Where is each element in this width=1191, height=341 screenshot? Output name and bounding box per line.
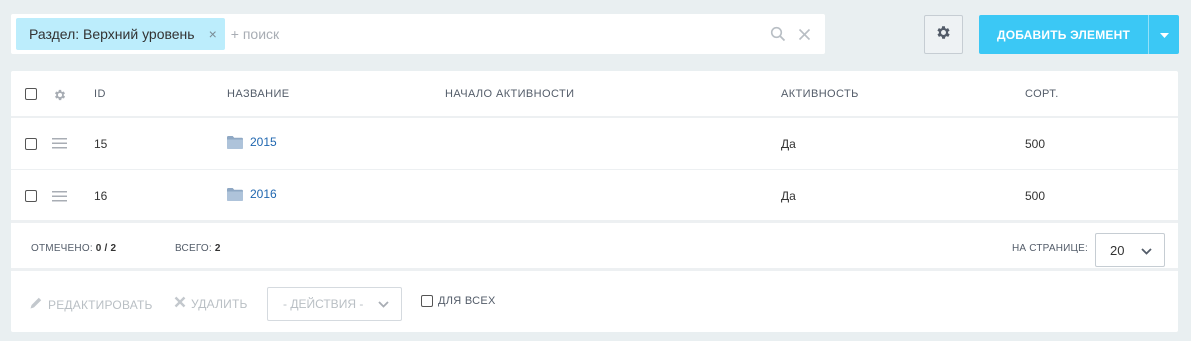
element-grid: ID НАЗВАНИЕ НАЧАЛО АКТИВНОСТИ АКТИВНОСТЬ… (11, 71, 1178, 332)
chevron-down-icon (1141, 243, 1152, 258)
selected-counter-label: ОТМЕЧЕНО: (31, 243, 93, 254)
drag-handle-icon[interactable] (52, 138, 67, 152)
for-all-label: ДЛЯ ВСЕХ (438, 295, 496, 307)
gear-icon (935, 24, 952, 46)
row-checkbox[interactable] (25, 189, 37, 202)
filter-bar: Раздел: Верхний уровень × (11, 14, 825, 54)
row-name[interactable]: 2015 (227, 135, 277, 152)
per-page-select[interactable]: 20 (1095, 233, 1165, 267)
column-header-name[interactable]: НАЗВАНИЕ (227, 88, 290, 100)
edit-label: РЕДАКТИРОВАТЬ (48, 297, 153, 312)
row-sort: 500 (1025, 136, 1046, 151)
settings-button[interactable] (924, 15, 963, 54)
delete-label: УДАЛИТЬ (191, 296, 248, 311)
drag-handle-icon[interactable] (52, 191, 67, 205)
row-name-link[interactable]: 2015 (250, 135, 277, 149)
filter-tag-label: Раздел: Верхний уровень (29, 26, 195, 42)
add-element-dropdown[interactable] (1148, 15, 1179, 54)
filter-tag-close-icon[interactable]: × (209, 26, 217, 42)
table-row[interactable]: 16 2016 Да 500 (11, 171, 1178, 223)
row-name-link[interactable]: 2016 (250, 187, 277, 201)
search-input[interactable] (224, 18, 770, 50)
pencil-icon (29, 296, 43, 313)
close-icon (174, 296, 186, 311)
row-active: Да (781, 188, 796, 203)
for-all-checkbox[interactable] (421, 295, 433, 307)
actions-select-value: - ДЕЙСТВИЯ - (283, 297, 364, 311)
selected-counter: ОТМЕЧЕНО: 0 / 2 (31, 243, 116, 254)
total-counter-label: ВСЕГО: (175, 243, 212, 254)
column-header-id[interactable]: ID (94, 88, 106, 100)
add-element-label[interactable]: ДОБАВИТЬ ЭЛЕМЕНТ (979, 15, 1148, 54)
per-page-label: НА СТРАНИЦЕ: (1012, 243, 1088, 254)
row-active: Да (781, 136, 796, 151)
row-id-link[interactable]: 16 (94, 189, 107, 203)
chevron-down-icon (1159, 26, 1169, 44)
edit-button[interactable]: РЕДАКТИРОВАТЬ (29, 296, 153, 313)
row-checkbox[interactable] (25, 137, 37, 150)
table-row[interactable]: 15 2015 Да 500 (11, 118, 1178, 170)
column-settings-icon[interactable] (53, 88, 67, 105)
selected-counter-value: 0 / 2 (95, 243, 117, 254)
per-page-value: 20 (1110, 242, 1125, 258)
row-sort: 500 (1025, 188, 1046, 203)
total-counter-value: 2 (214, 243, 221, 254)
search-icon[interactable] (770, 26, 786, 42)
row-name[interactable]: 2016 (227, 187, 277, 204)
total-counter: ВСЕГО: 2 (175, 243, 221, 254)
row-id-link[interactable]: 15 (94, 137, 107, 151)
column-header-active[interactable]: АКТИВНОСТЬ (781, 88, 859, 100)
clear-icon[interactable] (798, 28, 811, 41)
actions-select[interactable]: - ДЕЙСТВИЯ - (267, 287, 402, 321)
select-all-checkbox[interactable] (25, 87, 37, 100)
folder-icon (227, 188, 243, 204)
add-element-button[interactable]: ДОБАВИТЬ ЭЛЕМЕНТ (979, 15, 1179, 54)
delete-button[interactable]: УДАЛИТЬ (174, 296, 248, 311)
filter-tag-section[interactable]: Раздел: Верхний уровень × (16, 18, 225, 50)
table-header: ID НАЗВАНИЕ НАЧАЛО АКТИВНОСТИ АКТИВНОСТЬ… (11, 71, 1178, 118)
chevron-down-icon (378, 297, 389, 311)
column-header-sort[interactable]: СОРТ. (1025, 88, 1059, 100)
folder-icon (227, 136, 243, 152)
column-header-active-from[interactable]: НАЧАЛО АКТИВНОСТИ (445, 88, 574, 100)
grid-summary: ОТМЕЧЕНО: 0 / 2 ВСЕГО: 2 НА СТРАНИЦЕ: 20 (11, 226, 1178, 271)
for-all-toggle[interactable]: ДЛЯ ВСЕХ (421, 295, 496, 307)
action-panel: РЕДАКТИРОВАТЬ УДАЛИТЬ - ДЕЙСТВИЯ - ДЛЯ В… (11, 274, 1178, 332)
